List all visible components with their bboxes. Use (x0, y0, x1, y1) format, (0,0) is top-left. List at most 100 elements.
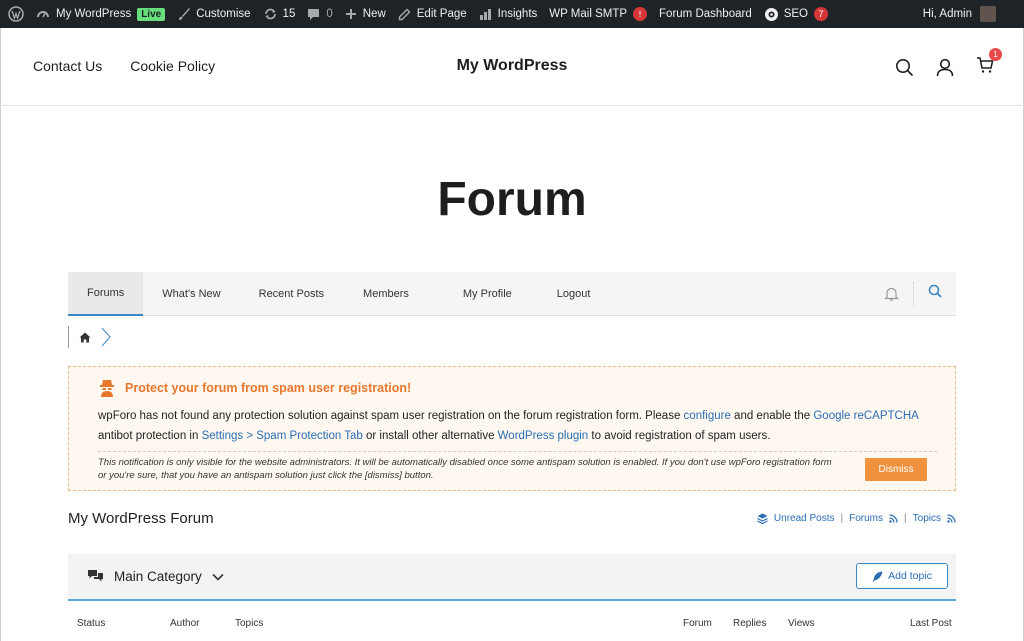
forum-title: My WordPress Forum (68, 510, 214, 527)
feed-separator: | (904, 513, 907, 524)
site-header: Contact Us Cookie Policy My WordPress 1 (0, 28, 1024, 106)
column-forum: Forum (683, 618, 712, 629)
frame-left-border (0, 28, 1, 641)
tab-whats-new[interactable]: What's New (143, 272, 239, 316)
pencil-icon (398, 8, 411, 20)
forums-feed-link[interactable]: Forums (849, 513, 883, 524)
feather-icon (872, 571, 883, 582)
seo-gear-icon (764, 7, 778, 21)
wp-mail-smtp-link[interactable]: WP Mail SMTP ! (543, 0, 653, 28)
breadcrumb-home[interactable] (68, 326, 100, 348)
spam-protection-notice: Protect your forum from spam user regist… (68, 366, 956, 491)
wordpress-logo-menu[interactable] (0, 0, 30, 28)
spy-icon (100, 380, 114, 397)
notice-text: wpForo has not found any protection solu… (98, 407, 938, 446)
new-label: New (362, 8, 386, 20)
category-toggle[interactable]: Main Category (87, 569, 224, 584)
notice-admin-note: This notification is only visible for th… (98, 457, 832, 481)
insights-link[interactable]: Insights (473, 0, 544, 28)
avatar (980, 6, 996, 22)
breadcrumb (68, 326, 112, 348)
forum-dashboard-label: Forum Dashboard (659, 8, 752, 20)
refresh-icon (264, 8, 276, 20)
edit-page-link[interactable]: Edit Page (392, 0, 473, 28)
forum-search-button[interactable] (914, 284, 956, 303)
plus-icon (345, 9, 356, 19)
column-views: Views (788, 618, 815, 629)
header-icons: 1 (895, 48, 1002, 79)
seo-label: SEO (783, 8, 809, 20)
customise-link[interactable]: Customise (171, 0, 256, 28)
topics-table-header: Status Author Topics Forum Replies Views… (68, 618, 956, 632)
notice-text-part: to avoid registration of spam users. (588, 429, 771, 442)
greeting-label: Hi, Admin (922, 8, 972, 20)
notice-title: Protect your forum from spam user regist… (99, 379, 411, 397)
rss-icon (889, 514, 898, 523)
forum-dashboard-link[interactable]: Forum Dashboard (653, 0, 758, 28)
admin-bar: My WordPress Live Customise 15 0 New Edi… (0, 0, 1024, 28)
search-icon[interactable] (895, 58, 914, 77)
layers-icon (757, 513, 768, 524)
notifications-button[interactable] (870, 281, 914, 306)
bar-chart-icon (479, 8, 491, 20)
spam-protection-settings-link[interactable]: Settings > Spam Protection Tab (202, 430, 363, 442)
notice-divider (98, 451, 937, 452)
notice-text-part: antibot protection in (98, 429, 202, 442)
comments-icon (88, 570, 103, 582)
live-badge: Live (137, 7, 166, 21)
notice-text-part: and enable the (730, 410, 814, 422)
add-topic-button[interactable]: Add topic (856, 563, 948, 589)
tab-recent-posts[interactable]: Recent Posts (240, 272, 343, 316)
updates-link[interactable]: 15 (257, 0, 302, 28)
edit-page-label: Edit Page (416, 8, 467, 20)
column-topics: Topics (235, 618, 264, 629)
wordpress-plugin-link[interactable]: WordPress plugin (498, 430, 589, 442)
dashboard-icon (37, 11, 49, 18)
chevron-right-icon (101, 327, 111, 347)
google-recaptcha-link[interactable]: Google reCAPTCHA (813, 410, 918, 422)
tab-logout[interactable]: Logout (538, 272, 610, 316)
comment-icon (308, 8, 320, 20)
page-title: Forum (437, 173, 587, 226)
unread-posts-link[interactable]: Unread Posts (774, 513, 835, 524)
insights-label: Insights (497, 8, 538, 20)
site-name-label: My WordPress (56, 8, 132, 20)
site-title[interactable]: My WordPress (0, 57, 1024, 75)
configure-link[interactable]: configure (684, 410, 731, 422)
feed-links: Unread Posts | Forums | Topics (757, 513, 956, 524)
wordpress-logo-icon (8, 6, 24, 22)
updates-count: 15 (282, 8, 296, 20)
notice-title-text: Protect your forum from spam user regist… (125, 381, 412, 395)
account-menu[interactable]: Hi, Admin (917, 0, 1024, 28)
topics-feed-link[interactable]: Topics (913, 513, 941, 524)
add-topic-label: Add topic (888, 570, 932, 582)
tab-my-profile[interactable]: My Profile (437, 272, 538, 316)
bell-icon (884, 287, 899, 301)
comments-count: 0 (326, 8, 333, 20)
user-icon[interactable] (936, 58, 954, 77)
brush-icon (179, 8, 191, 20)
column-replies: Replies (733, 618, 767, 629)
new-content-link[interactable]: New (339, 0, 392, 28)
chevron-down-icon (212, 573, 224, 581)
column-last-post: Last Post (910, 618, 952, 629)
feed-separator: | (840, 513, 844, 524)
category-header: Main Category Add topic (68, 554, 956, 601)
dismiss-button[interactable]: Dismiss (865, 458, 927, 481)
category-title: Main Category (114, 569, 202, 584)
tab-members[interactable]: Members (343, 272, 437, 316)
comments-link[interactable]: 0 (301, 0, 338, 28)
notice-text-part: or install other alternative (362, 429, 498, 442)
seo-link[interactable]: SEO 7 (758, 0, 834, 28)
column-author: Author (170, 618, 200, 629)
wp-mail-smtp-badge: ! (633, 7, 648, 21)
cart-button[interactable]: 1 (976, 48, 1002, 79)
cart-count-badge: 1 (989, 48, 1002, 61)
notice-text-part: wpForo has not found any protection solu… (98, 410, 684, 422)
tab-forums[interactable]: Forums (68, 271, 144, 316)
column-status: Status (77, 618, 106, 629)
wp-mail-smtp-label: WP Mail SMTP (549, 8, 628, 20)
seo-badge: 7 (814, 7, 829, 21)
site-name-menu[interactable]: My WordPress Live (30, 0, 171, 28)
customise-label: Customise (196, 8, 251, 20)
